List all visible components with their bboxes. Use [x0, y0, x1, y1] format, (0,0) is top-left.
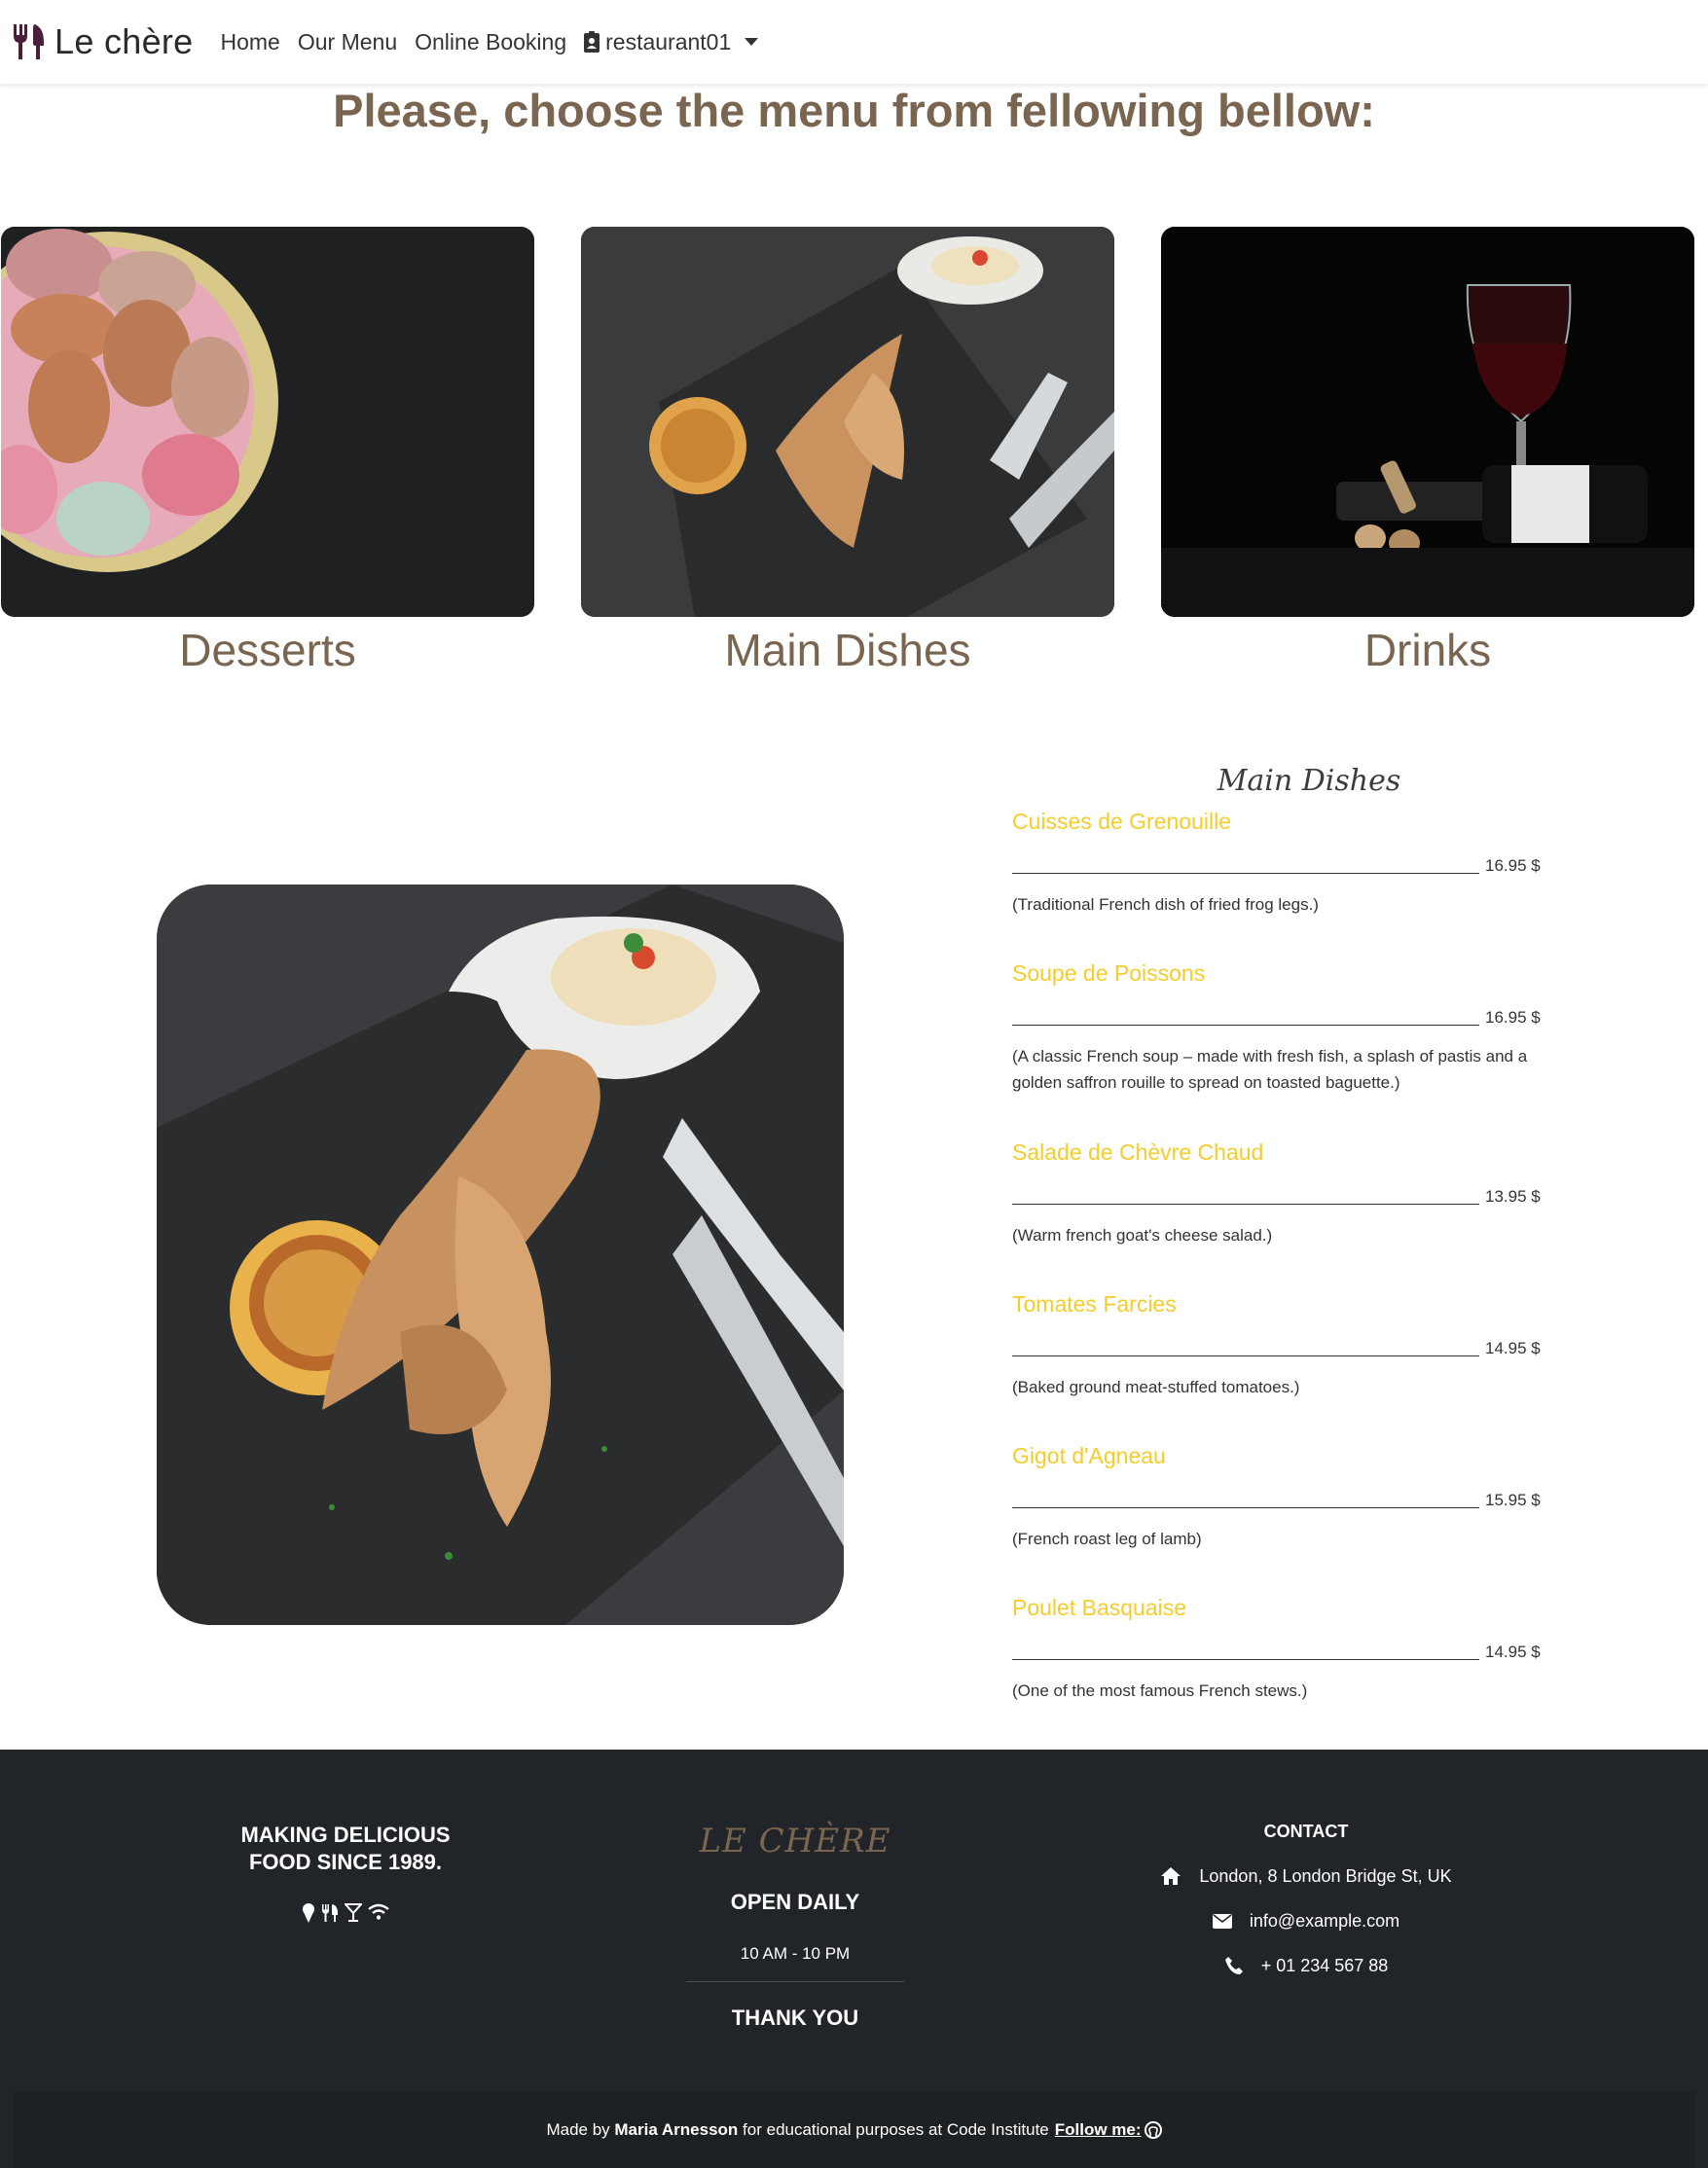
utensils-icon [322, 1904, 338, 1922]
dish-name: Salade de Chèvre Chaud [1012, 1139, 1264, 1165]
cocktail-icon [345, 1903, 362, 1922]
menu-item: Poulet Basquaise 14.95 $ (One of the mos… [1012, 1590, 1567, 1742]
brand-link[interactable]: Le chère [12, 21, 194, 62]
user-badge-icon [584, 31, 600, 53]
brand-name: Le chère [55, 21, 194, 61]
dotted-leader [1012, 1331, 1479, 1356]
thank-you-text: THANK YOU [731, 2005, 859, 2030]
navbar: Le chère Home Our Menu Online Booking re… [0, 0, 1708, 84]
wifi-icon [368, 1903, 389, 1920]
category-label[interactable]: Desserts [1, 621, 534, 679]
phone-icon [1224, 1957, 1243, 1974]
contact-address: London, 8 London Bridge St, UK [1111, 1865, 1501, 1887]
dish-name: Soupe de Poissons [1012, 960, 1206, 986]
menu-list: Main Dishes Cuisses de Grenouille 16.95 … [1012, 759, 1567, 1742]
dotted-leader [1012, 1179, 1479, 1205]
dish-description: (Warm french goat's cheese salad.) [1012, 1226, 1273, 1245]
category-label[interactable]: Main Dishes [581, 621, 1114, 679]
footer-icon-row [200, 1903, 491, 1923]
category-label[interactable]: Drinks [1161, 621, 1694, 679]
footer-contact: CONTACT London, 8 London Bridge St, UK i… [1111, 1822, 1501, 1976]
menu-item: Gigot d'Agneau 15.95 $ (French roast leg… [1012, 1438, 1567, 1590]
dish-price: 14.95 $ [1485, 1643, 1541, 1661]
menu-item: Soupe de Poissons 16.95 $ (A classic Fre… [1012, 956, 1567, 1135]
dish-description: (One of the most famous French stews.) [1012, 1681, 1308, 1700]
phone-text[interactable]: + 01 234 567 88 [1261, 1956, 1389, 1976]
open-daily-heading: OPEN DAILY [730, 1890, 860, 1914]
dish-description: (French roast leg of lamb) [1012, 1530, 1202, 1548]
credit-suffix: for educational purposes at Code Institu… [743, 2120, 1049, 2139]
footer-credits: Made by Maria Arnesson for educational p… [14, 2092, 1694, 2168]
category-card-desserts[interactable]: Desserts [1, 227, 534, 679]
footer-tagline-line2: FOOD SINCE 1989. [248, 1850, 443, 1874]
chevron-down-icon [745, 38, 759, 46]
dish-name: Cuisses de Grenouille [1012, 809, 1232, 834]
credit-prefix: Made by [546, 2120, 610, 2139]
nav-home[interactable]: Home [221, 29, 280, 55]
ice-cream-icon [303, 1903, 314, 1923]
footer-logo: LE CHÈRE [699, 1822, 891, 1861]
dish-description: (Baked ground meat-stuffed tomatoes.) [1012, 1378, 1300, 1396]
credit-name: Maria Arnesson [614, 2120, 739, 2139]
utensils-icon [12, 22, 47, 61]
contact-heading: CONTACT [1263, 1822, 1349, 1841]
category-card-main-dishes[interactable]: Main Dishes [581, 227, 1114, 679]
menu-item: Tomates Farcies 14.95 $ (Baked ground me… [1012, 1286, 1567, 1438]
contact-phone: + 01 234 567 88 [1111, 1955, 1501, 1976]
menu-title: Main Dishes [1217, 764, 1401, 798]
home-icon [1161, 1867, 1181, 1885]
github-icon [1144, 2121, 1162, 2139]
envelope-icon [1212, 1913, 1232, 1929]
menu-item: Cuisses de Grenouille 16.95 $ (Tradition… [1012, 804, 1567, 956]
address-text: London, 8 London Bridge St, UK [1199, 1865, 1452, 1886]
email-text[interactable]: info@example.com [1250, 1911, 1399, 1932]
dish-price: 14.95 $ [1485, 1339, 1541, 1357]
footer-divider [686, 1981, 904, 1982]
dish-price: 16.95 $ [1485, 1008, 1541, 1027]
dotted-leader [1012, 1635, 1479, 1660]
footer-about: MAKING DELICIOUS FOOD SINCE 1989. [200, 1822, 491, 1923]
dish-name: Poulet Basquaise [1012, 1595, 1187, 1620]
contact-email: info@example.com [1111, 1910, 1501, 1932]
main-dishes-image[interactable] [581, 227, 1114, 617]
follow-me-label: Follow me: [1054, 2120, 1142, 2139]
dish-name: Gigot d'Agneau [1012, 1443, 1166, 1468]
dish-price: 13.95 $ [1485, 1187, 1541, 1206]
desserts-image[interactable] [1, 227, 534, 617]
category-card-drinks[interactable]: Drinks [1161, 227, 1694, 679]
nav-online-booking[interactable]: Online Booking [415, 29, 566, 55]
footer-hours: LE CHÈRE OPEN DAILY 10 AM - 10 PM THANK … [686, 1822, 904, 2031]
nav-our-menu[interactable]: Our Menu [298, 29, 397, 55]
username-label: restaurant01 [605, 28, 732, 54]
footer-tagline-line1: MAKING DELICIOUS [240, 1823, 451, 1847]
dish-description: (A classic French soup – made with fresh… [1012, 1047, 1528, 1092]
dotted-leader [1012, 1483, 1479, 1508]
menu-item: Salade de Chèvre Chaud 13.95 $ (Warm fre… [1012, 1135, 1567, 1286]
dish-price: 15.95 $ [1485, 1491, 1541, 1509]
dish-description: (Traditional French dish of fried frog l… [1012, 895, 1319, 914]
dotted-leader [1012, 1000, 1479, 1026]
dish-price: 16.95 $ [1485, 856, 1541, 875]
user-dropdown[interactable]: restaurant01 [584, 28, 759, 55]
dish-name: Tomates Farcies [1012, 1291, 1177, 1317]
page-title: Please, choose the menu from fellowing b… [333, 85, 1375, 136]
dotted-leader [1012, 849, 1479, 874]
follow-me-link[interactable]: Follow me: [1055, 2120, 1162, 2140]
opening-hours: 10 AM - 10 PM [740, 1944, 851, 1963]
featured-dish-image [157, 885, 844, 1625]
drinks-image[interactable] [1161, 227, 1694, 617]
